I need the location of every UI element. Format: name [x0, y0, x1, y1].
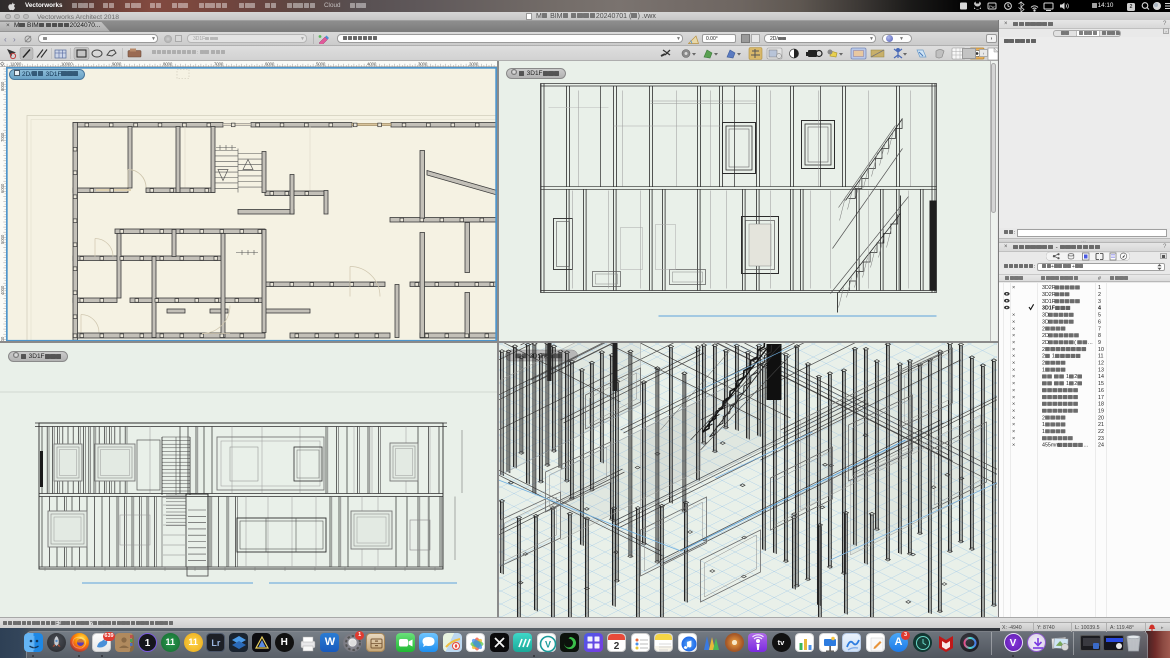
svg-text:×: ×	[1012, 381, 1015, 387]
svg-text:18: 18	[1098, 401, 1104, 407]
svg-text:16: 16	[1098, 388, 1104, 394]
svg-text:3D1F: 3D1F	[1042, 305, 1056, 311]
svg-text:1: 1	[1066, 374, 1069, 380]
svg-text:1: 1	[1042, 429, 1045, 435]
svg-text:8: 8	[1098, 333, 1101, 339]
svg-text:×: ×	[1012, 360, 1015, 366]
svg-text:2: 2	[1098, 292, 1101, 298]
svg-text:4000: 4000	[367, 61, 377, 66]
svg-text:×: ×	[1012, 367, 1015, 373]
svg-text:6: 6	[1098, 319, 1101, 325]
svg-text:×: ×	[1012, 285, 1015, 291]
svg-text:9: 9	[1098, 340, 1101, 346]
svg-text:10: 10	[1098, 346, 1104, 352]
svg-text:8000: 8000	[0, 81, 5, 91]
svg-text:×: ×	[1012, 435, 1015, 441]
svg-text:3: 3	[1098, 298, 1101, 304]
svg-text:5000: 5000	[0, 234, 5, 244]
svg-text:17: 17	[1098, 394, 1104, 400]
svg-text:20: 20	[1098, 415, 1104, 421]
svg-text:3D2F: 3D2F	[1042, 285, 1056, 291]
svg-text:1: 1	[1066, 381, 1069, 387]
svg-text:19: 19	[1098, 408, 1104, 414]
svg-text:…: …	[1088, 340, 1093, 346]
svg-text:6000: 6000	[265, 61, 275, 66]
svg-text:14: 14	[1098, 374, 1104, 380]
svg-text:5: 5	[1098, 312, 1101, 318]
svg-text:7000: 7000	[0, 132, 5, 142]
svg-text:3000: 3000	[418, 61, 428, 66]
svg-text:24: 24	[1098, 442, 1104, 448]
svg-text:3D1F: 3D1F	[1042, 298, 1056, 304]
svg-text:1: 1	[1098, 285, 1101, 291]
svg-text:(: (	[1074, 340, 1076, 346]
svg-text:23: 23	[1098, 435, 1104, 441]
svg-text:×: ×	[1012, 326, 1015, 332]
svg-text:×: ×	[1012, 353, 1015, 359]
svg-text:2D: 2D	[1042, 333, 1049, 339]
svg-text:3D: 3D	[1042, 319, 1049, 325]
svg-text:×: ×	[1012, 401, 1015, 407]
svg-text:10000: 10000	[61, 61, 73, 66]
svg-text:2: 2	[1042, 326, 1045, 332]
svg-text:2: 2	[1074, 374, 1077, 380]
svg-text:2D: 2D	[1042, 340, 1049, 346]
svg-text:11: 11	[1098, 353, 1104, 359]
svg-text:1: 1	[1052, 353, 1055, 359]
svg-text:15: 15	[1098, 381, 1104, 387]
svg-text:7: 7	[1098, 326, 1101, 332]
svg-text:×: ×	[1012, 394, 1015, 400]
svg-text:6000: 6000	[0, 183, 5, 193]
svg-text:12: 12	[1098, 360, 1104, 366]
svg-text:13: 13	[1098, 367, 1104, 373]
svg-text:9000: 9000	[112, 61, 122, 66]
svg-text:×: ×	[1012, 312, 1015, 318]
svg-text:3D2F: 3D2F	[1042, 292, 1056, 298]
svg-text:×: ×	[1012, 408, 1015, 414]
svg-text:V: V	[544, 640, 550, 650]
svg-text:2000: 2000	[469, 61, 479, 66]
svg-text:2: 2	[1042, 346, 1045, 352]
svg-text:×: ×	[1012, 415, 1015, 421]
svg-text:×: ×	[1012, 346, 1015, 352]
svg-text:×: ×	[1012, 429, 1015, 435]
svg-text:22: 22	[1098, 429, 1104, 435]
svg-text:21: 21	[1098, 422, 1104, 428]
svg-text:×: ×	[1012, 374, 1015, 380]
svg-text:2: 2	[1042, 360, 1045, 366]
svg-text:×: ×	[1012, 422, 1015, 428]
svg-text:×: ×	[1012, 319, 1015, 325]
svg-text:1: 1	[1042, 367, 1045, 373]
svg-text:Pw: Pw	[989, 4, 995, 9]
svg-text:8000: 8000	[163, 61, 173, 66]
svg-text:×: ×	[1012, 333, 1015, 339]
svg-text:2: 2	[1042, 415, 1045, 421]
svg-text:2: 2	[1042, 353, 1045, 359]
svg-text:4000: 4000	[0, 285, 5, 295]
svg-text:×: ×	[1012, 388, 1015, 394]
svg-text:7000: 7000	[214, 61, 224, 66]
svg-text:×: ×	[1012, 442, 1015, 448]
svg-text:4: 4	[1098, 305, 1101, 311]
svg-text:2: 2	[1074, 381, 1077, 387]
svg-text:×: ×	[1012, 340, 1015, 346]
svg-text:1: 1	[1042, 422, 1045, 428]
svg-text:5000: 5000	[316, 61, 326, 66]
svg-text:3D: 3D	[1042, 312, 1049, 318]
svg-text:11000: 11000	[10, 61, 22, 66]
svg-text:…: …	[1083, 442, 1088, 448]
